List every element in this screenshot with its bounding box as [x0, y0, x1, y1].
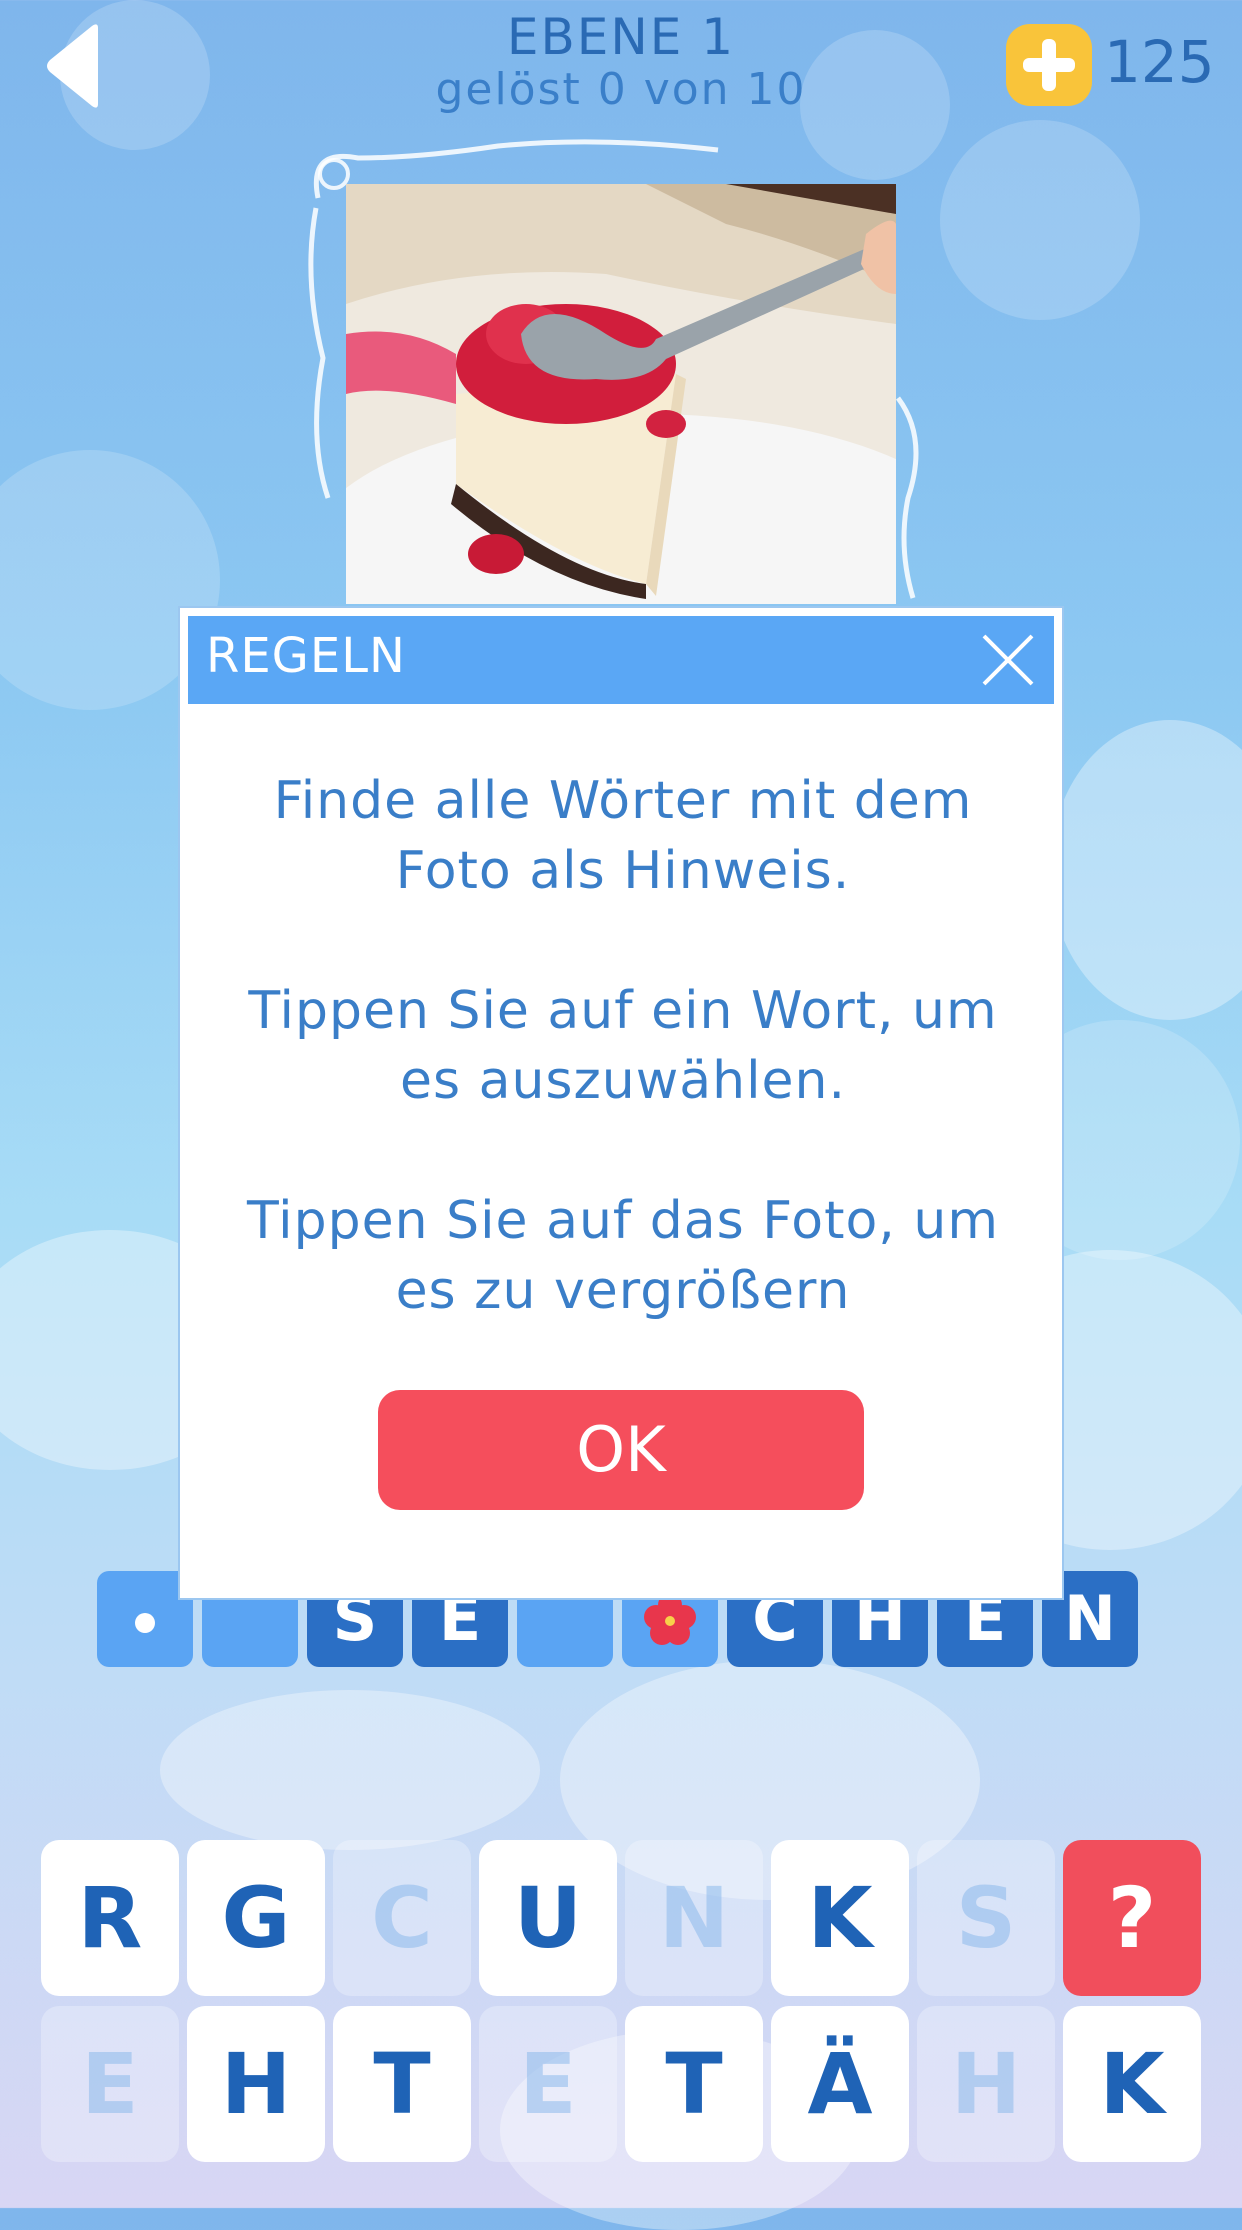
letter-key-used: N [625, 1840, 763, 1996]
dot-icon [135, 1612, 155, 1633]
letter-key[interactable]: K [1063, 2006, 1201, 2162]
ok-button[interactable]: OK [378, 1390, 864, 1510]
hint-button[interactable]: ? [1063, 1840, 1201, 1996]
cheesecake-photo [346, 184, 896, 604]
letter-key[interactable]: U [479, 1840, 617, 1996]
rules-dialog: REGELN Finde alle Wörter mit dem Foto al… [178, 606, 1064, 1600]
close-button[interactable] [978, 630, 1038, 690]
add-coins-button[interactable] [1006, 24, 1092, 106]
background-flower [1050, 720, 1242, 1020]
letter-key[interactable]: R [41, 1840, 179, 1996]
plus-coin-icon [1023, 39, 1075, 91]
letter-key[interactable]: H [187, 2006, 325, 2162]
letter-key-used: E [479, 2006, 617, 2162]
letter-key-used: S [917, 1840, 1055, 1996]
dialog-title: REGELN [206, 628, 406, 684]
rule-text: Tippen Sie auf das Foto, um es zu vergrö… [247, 1191, 999, 1321]
letter-key-used: H [917, 2006, 1055, 2162]
letter-key-used: C [333, 1840, 471, 1996]
rule-text: Tippen Sie auf ein Wort, um es auszuwähl… [248, 981, 998, 1111]
coin-count: 125 [1104, 28, 1215, 96]
letter-key[interactable]: G [187, 1840, 325, 1996]
rule-text: Finde alle Wörter mit dem Foto als Hinwe… [273, 771, 973, 901]
letter-key[interactable]: Ä [771, 2006, 909, 2162]
letter-key-used: E [41, 2006, 179, 2162]
dialog-header: REGELN [188, 616, 1054, 704]
letter-key[interactable]: T [333, 2006, 471, 2162]
letter-key[interactable]: T [625, 2006, 763, 2162]
background-bokeh [940, 120, 1140, 320]
letter-key[interactable]: K [771, 1840, 909, 1996]
background-flower [160, 1690, 540, 1850]
close-icon [982, 634, 1034, 686]
clue-photo[interactable] [346, 184, 896, 604]
